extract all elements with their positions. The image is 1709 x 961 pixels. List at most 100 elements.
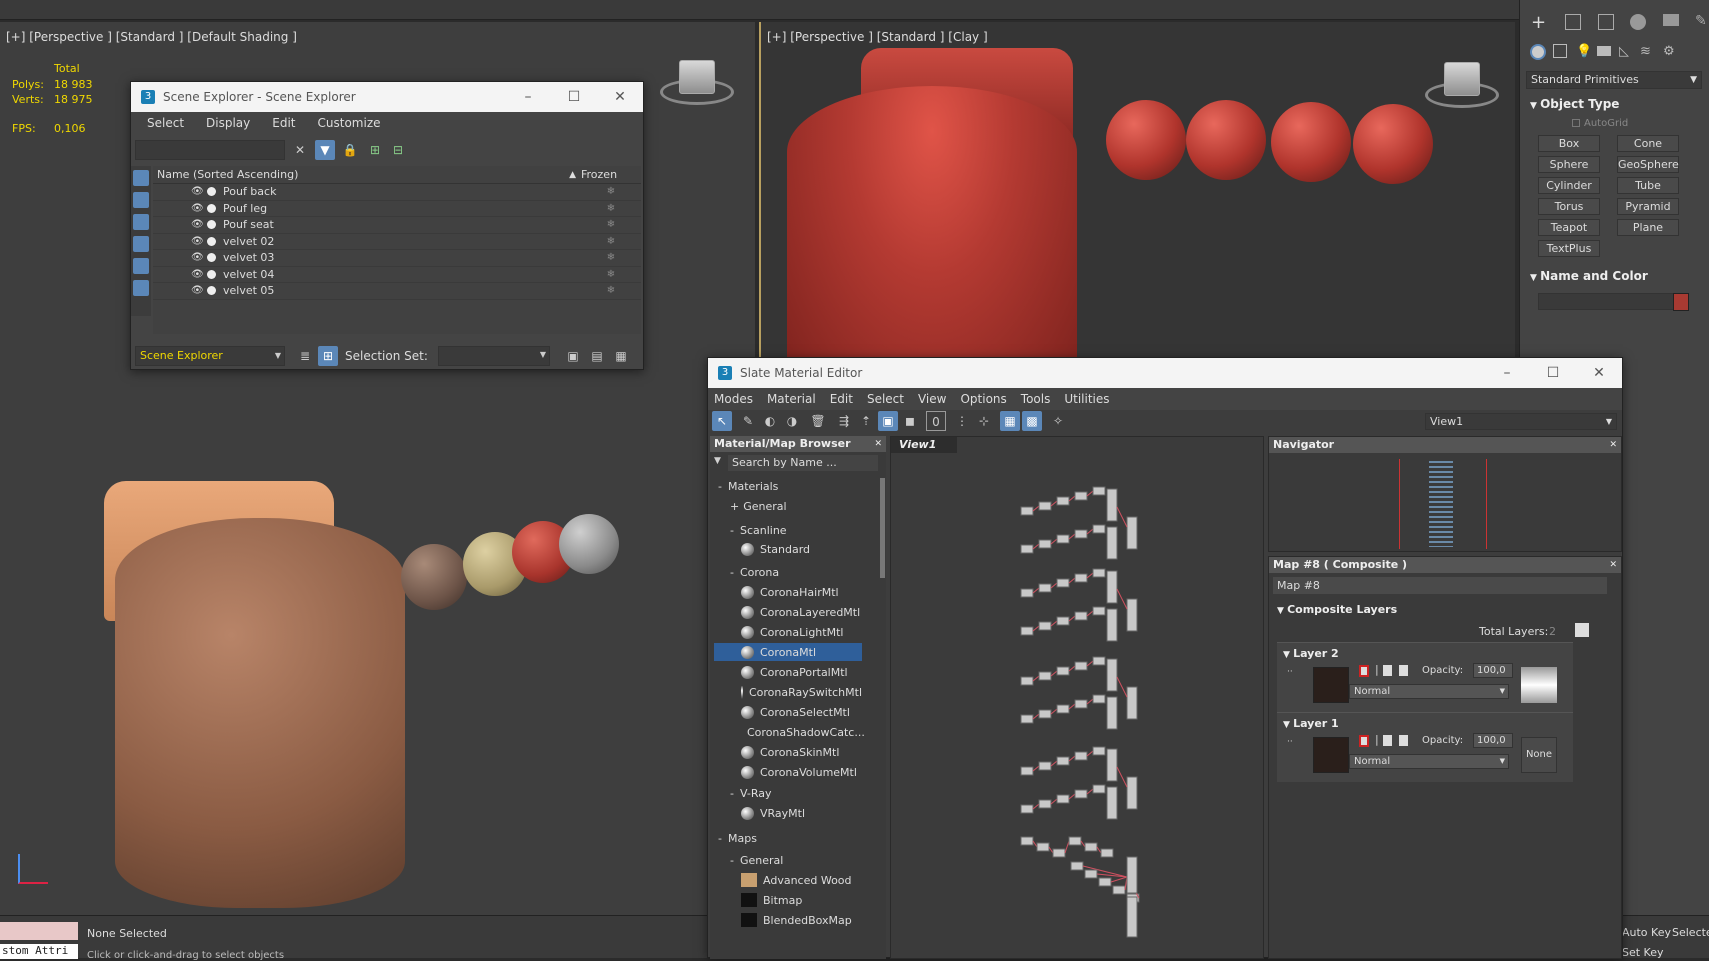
list-item[interactable]: CoronaRaySwitchMtl bbox=[714, 683, 862, 701]
slate-titlebar[interactable]: 3 Slate Material Editor – ☐ ✕ bbox=[708, 358, 1622, 388]
browser-search[interactable]: ▼ Search by Name ... bbox=[710, 454, 886, 472]
name-column-header[interactable]: Name (Sorted Ascending) bbox=[157, 168, 298, 181]
browser-scrollbar[interactable] bbox=[880, 478, 885, 578]
layer-duplicate-icon[interactable] bbox=[1383, 735, 1392, 746]
material-node[interactable] bbox=[1074, 699, 1088, 709]
find-field[interactable] bbox=[135, 140, 285, 160]
explorer-dropdown[interactable]: Scene Explorer ▼ bbox=[135, 346, 285, 366]
eye-icon[interactable]: 👁 bbox=[191, 219, 205, 230]
render-dot-icon[interactable] bbox=[207, 253, 216, 263]
pyramid-button[interactable]: Pyramid bbox=[1617, 198, 1679, 215]
viewport-perspective-clay[interactable]: [+] [Perspective ] [Standard ] [Clay ] bbox=[759, 22, 1515, 362]
freeze-icon[interactable]: ❄ bbox=[581, 285, 641, 296]
close-icon[interactable]: ✕ bbox=[1609, 557, 1617, 573]
material-node[interactable] bbox=[1052, 848, 1066, 858]
material-node[interactable] bbox=[1100, 848, 1114, 858]
list-item[interactable]: 👁 velvet 03 ❄ bbox=[153, 250, 641, 267]
material-node[interactable] bbox=[1092, 486, 1106, 496]
material-node[interactable] bbox=[1092, 568, 1106, 578]
close-icon[interactable]: ✕ bbox=[1576, 365, 1622, 381]
select-tool-icon[interactable]: ↖ bbox=[712, 411, 732, 431]
material-node[interactable] bbox=[1020, 676, 1034, 686]
manage-selection-sets-icon[interactable]: ▦ bbox=[611, 346, 631, 366]
list-item[interactable]: BlendedBoxMap bbox=[714, 911, 862, 929]
material-node[interactable] bbox=[1020, 626, 1034, 636]
list-item[interactable]: CoronaLayeredMtl bbox=[714, 603, 862, 621]
material-node[interactable] bbox=[1038, 621, 1052, 631]
material-node[interactable] bbox=[1036, 842, 1050, 852]
layer-1-texture-thumb[interactable] bbox=[1313, 737, 1349, 773]
spacewarps-category-icon[interactable]: ≋ bbox=[1640, 44, 1651, 59]
eye-icon[interactable]: 👁 bbox=[191, 236, 205, 247]
layer-1-mask-button[interactable]: None bbox=[1521, 737, 1557, 773]
material-node[interactable] bbox=[1020, 588, 1034, 598]
systems-category-icon[interactable]: ⚙ bbox=[1663, 44, 1675, 59]
shapes-category-icon[interactable] bbox=[1553, 44, 1567, 58]
maximize-icon[interactable]: ☐ bbox=[551, 89, 597, 105]
utilities-tab-icon[interactable]: ✎ bbox=[1695, 13, 1707, 29]
list-item[interactable]: Standard bbox=[714, 540, 862, 558]
eye-icon[interactable]: 👁 bbox=[191, 203, 205, 214]
material-id-icon[interactable]: 0 bbox=[926, 411, 946, 431]
layer-rename-icon[interactable]: | bbox=[1375, 733, 1379, 746]
material-node[interactable] bbox=[1074, 529, 1088, 539]
close-icon[interactable]: ✕ bbox=[1609, 437, 1617, 453]
opacity-spinner[interactable]: 100,0 bbox=[1473, 733, 1513, 748]
parameter-editor-toggle-icon[interactable]: ▩ bbox=[1022, 411, 1042, 431]
material-node[interactable] bbox=[1126, 856, 1138, 894]
material-node[interactable] bbox=[1098, 877, 1112, 887]
menu-modes[interactable]: Modes bbox=[714, 392, 753, 406]
object-color-swatch[interactable] bbox=[1673, 293, 1689, 311]
layer-rename-icon[interactable]: | bbox=[1375, 663, 1379, 676]
cylinder-button[interactable]: Cylinder bbox=[1538, 177, 1600, 194]
menu-material[interactable]: Material bbox=[767, 392, 816, 406]
material-node[interactable] bbox=[1056, 578, 1070, 588]
list-item[interactable]: 👁 Pouf leg ❄ bbox=[153, 201, 641, 217]
layer-delete-icon[interactable] bbox=[1359, 665, 1369, 677]
render-dot-icon[interactable] bbox=[207, 220, 216, 230]
tube-button[interactable]: Tube bbox=[1617, 177, 1679, 194]
render-dot-icon[interactable] bbox=[207, 269, 216, 279]
shapes-filter-icon[interactable] bbox=[133, 192, 149, 208]
name-and-color-rollout[interactable]: ▼ Name and Color bbox=[1530, 269, 1648, 283]
plane-button[interactable]: Plane bbox=[1617, 219, 1679, 236]
scene-explorer-icon[interactable]: ⊞ bbox=[318, 346, 338, 366]
add-layer-icon[interactable] bbox=[1575, 623, 1589, 637]
layer-color-correct-icon[interactable] bbox=[1399, 665, 1408, 676]
list-item[interactable]: CoronaHairMtl bbox=[714, 583, 862, 601]
material-node[interactable] bbox=[1068, 836, 1082, 846]
material-node[interactable] bbox=[1074, 751, 1088, 761]
layout-children-icon[interactable]: ⊹ bbox=[974, 411, 994, 431]
menu-edit[interactable]: Edit bbox=[830, 392, 853, 406]
teapot-button[interactable]: Teapot bbox=[1538, 219, 1600, 236]
material-node[interactable] bbox=[1074, 573, 1088, 583]
textplus-button[interactable]: TextPlus bbox=[1538, 240, 1600, 257]
group-vray[interactable]: - V-Ray bbox=[714, 785, 862, 803]
material-node[interactable] bbox=[1092, 746, 1106, 756]
cameras-category-icon[interactable] bbox=[1597, 46, 1611, 56]
geosphere-button[interactable]: GeoSphere bbox=[1617, 156, 1679, 173]
layout-vertical-icon[interactable]: ⋮ bbox=[952, 411, 972, 431]
eye-icon[interactable]: 👁 bbox=[191, 252, 205, 263]
material-node[interactable] bbox=[1106, 696, 1118, 730]
lock-icon[interactable]: 🔒 bbox=[340, 140, 360, 160]
show-map-in-viewport-icon[interactable]: ▣ bbox=[878, 411, 898, 431]
primitive-type-dropdown[interactable]: Standard Primitives ▼ bbox=[1526, 71, 1702, 89]
layer-explorer-icon[interactable]: ≣ bbox=[295, 346, 315, 366]
material-node[interactable] bbox=[1106, 786, 1118, 820]
maximize-icon[interactable]: ☐ bbox=[1530, 365, 1576, 381]
selected-dropdown[interactable]: Selecte bbox=[1672, 926, 1709, 939]
view-tab[interactable]: View1 bbox=[891, 437, 957, 453]
list-item[interactable]: CoronaVolumeMtl bbox=[714, 763, 862, 781]
material-node[interactable] bbox=[1092, 606, 1106, 616]
list-item[interactable]: CoronaLightMtl bbox=[714, 623, 862, 641]
material-node[interactable] bbox=[1126, 896, 1138, 938]
material-node[interactable] bbox=[1092, 694, 1106, 704]
material-node[interactable] bbox=[1126, 776, 1138, 810]
list-item[interactable]: CoronaSkinMtl bbox=[714, 743, 862, 761]
material-node[interactable] bbox=[1112, 885, 1126, 895]
hierarchy-collapse-icon[interactable]: ⊟ bbox=[388, 140, 408, 160]
material-node[interactable] bbox=[1056, 616, 1070, 626]
material-node[interactable] bbox=[1126, 598, 1138, 632]
geometry-filter-icon[interactable] bbox=[133, 170, 149, 186]
